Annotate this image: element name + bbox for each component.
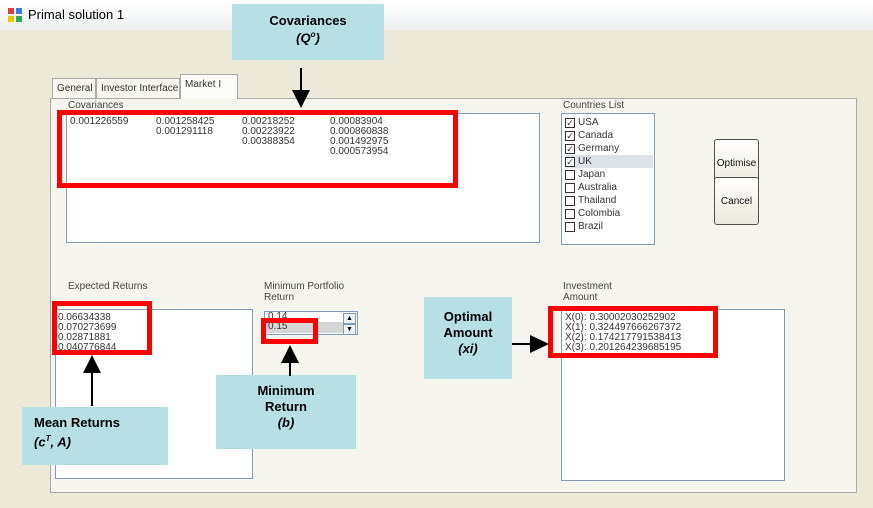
country-item-canada[interactable]: ✓ Canada xyxy=(565,129,653,142)
arrow-up-icon xyxy=(281,345,299,376)
covariances-symbol: (Qo) xyxy=(296,30,320,46)
checkbox-icon[interactable] xyxy=(565,183,575,193)
country-item-usa[interactable]: ✓ USA xyxy=(565,116,653,129)
expected-returns-label: Expected Returns xyxy=(68,281,148,292)
checkbox-icon[interactable] xyxy=(565,196,575,206)
scroll-down-icon[interactable]: ▼ xyxy=(343,324,356,334)
covariances-callout: Covariances (Qo) xyxy=(232,4,384,60)
arrow-right-icon xyxy=(512,335,549,353)
checkbox-checked-icon[interactable]: ✓ xyxy=(565,118,575,128)
checkbox-checked-icon[interactable]: ✓ xyxy=(565,131,575,141)
tab-investor-interface[interactable]: Investor Interface xyxy=(96,78,180,98)
country-item-colombia[interactable]: Colombia xyxy=(565,207,653,220)
checkbox-checked-icon[interactable]: ✓ xyxy=(565,157,575,167)
checkbox-checked-icon[interactable]: ✓ xyxy=(565,144,575,154)
country-item-australia[interactable]: Australia xyxy=(565,181,653,194)
arrow-up-icon xyxy=(83,355,101,406)
countries-label: Countries List xyxy=(563,100,625,111)
arrow-down-icon xyxy=(292,68,310,108)
app-window: Primal solution 1 General Investor Inter… xyxy=(0,0,873,508)
min-portfolio-label: Minimum Portfolio Return xyxy=(264,281,345,303)
checkbox-icon[interactable] xyxy=(565,222,575,232)
countries-list[interactable]: ✓ USA ✓ Canada ✓ Germany ✓ UK Japan Australi… xyxy=(561,113,655,245)
country-item-uk[interactable]: ✓ UK xyxy=(565,155,653,168)
investment-label: Investment Amount xyxy=(563,281,612,303)
country-item-japan[interactable]: Japan xyxy=(565,168,653,181)
mean-returns-symbol: (cT, A) xyxy=(34,434,71,450)
min-return-highlight xyxy=(261,318,318,344)
window-title: Primal solution 1 xyxy=(28,7,125,22)
title-bar: Primal solution 1 xyxy=(0,0,873,31)
tab-general[interactable]: General xyxy=(52,78,96,98)
expected-returns-highlight xyxy=(52,301,152,355)
checkbox-icon[interactable] xyxy=(565,209,575,219)
country-item-germany[interactable]: ✓ Germany xyxy=(565,142,653,155)
tab-market[interactable]: Market I xyxy=(180,74,238,99)
country-item-thailand[interactable]: Thailand xyxy=(565,194,653,207)
mean-returns-callout: Mean Returns (cT, A) xyxy=(22,407,168,465)
minimum-callout: Minimum Return (b) xyxy=(216,375,356,449)
optimal-callout: Optimal Amount (xi) xyxy=(424,297,512,379)
app-icon xyxy=(8,8,22,22)
investment-highlight xyxy=(548,306,718,358)
covariances-highlight xyxy=(57,110,458,188)
scroll-up-icon[interactable]: ▲ xyxy=(343,313,356,324)
checkbox-icon[interactable] xyxy=(565,170,575,180)
country-item-brazil[interactable]: Brazil xyxy=(565,220,653,233)
cancel-button[interactable]: Cancel xyxy=(714,177,759,225)
